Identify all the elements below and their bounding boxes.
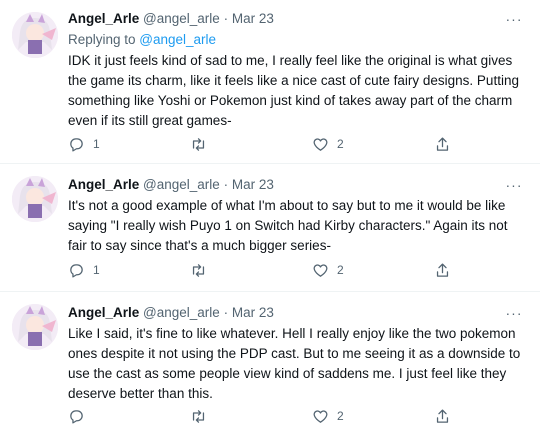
display-name[interactable]: Angel_Arle [68,177,139,192]
heart-icon [313,263,328,277]
tweet-text: It's not a good example of what I'm abou… [68,198,508,253]
share-icon [436,262,449,277]
like-button[interactable]: 2 [312,260,344,280]
reply-icon [70,263,83,278]
like-button[interactable]: 2 [312,406,344,426]
avatar[interactable] [12,12,58,58]
tweet[interactable]: Angel_Arle @angel_arle · Mar 23 ··· Repl… [0,0,540,164]
reply-icon [70,137,83,152]
retweet-icon [192,137,205,151]
display-name[interactable]: Angel_Arle [68,11,139,26]
mention-link[interactable]: @angel_arle [139,32,216,47]
handle[interactable]: @angel_arle [143,305,220,320]
retweet-icon [192,409,205,423]
retweet-button[interactable] [190,260,215,280]
more-icon[interactable]: ··· [504,178,524,192]
reply-button[interactable]: 1 [68,134,100,154]
tweet-text: IDK it just feels kind of sad to me, I r… [68,53,519,128]
action-bar: 1 2 [68,134,468,154]
action-bar: 1 2 [68,260,468,280]
share-icon [436,408,449,423]
replying-to-label: Replying to [68,32,140,47]
heart-icon [313,409,328,423]
timestamp[interactable]: Mar 23 [232,177,274,192]
retweet-icon [192,263,205,277]
like-count: 2 [337,409,344,423]
more-icon[interactable]: ··· [504,12,524,26]
like-button[interactable]: 2 [312,134,344,154]
display-name[interactable]: Angel_Arle [68,305,139,320]
action-bar: 2 [68,406,468,426]
reply-count: 1 [93,263,100,277]
timestamp[interactable]: Mar 23 [232,305,274,320]
reply-button[interactable] [68,406,93,426]
share-button[interactable] [434,134,451,154]
handle[interactable]: @angel_arle [143,177,220,192]
tweet-text: Like I said, it's fine to like whatever.… [68,326,521,401]
reply-button[interactable]: 1 [68,260,100,280]
like-count: 2 [337,137,344,151]
like-count: 2 [337,263,344,277]
reply-icon [70,409,83,424]
share-button[interactable] [434,406,451,426]
separator-dot: · [223,305,229,320]
more-icon[interactable]: ··· [504,306,524,320]
separator-dot: · [223,11,229,26]
handle[interactable]: @angel_arle [143,11,220,26]
retweet-button[interactable] [190,406,215,426]
share-icon [436,136,449,151]
retweet-button[interactable] [190,134,215,154]
avatar[interactable] [12,304,58,350]
share-button[interactable] [434,260,451,280]
reply-count: 1 [93,137,100,151]
tweet[interactable]: Angel_Arle @angel_arle · Mar 23 ··· Like… [0,292,540,432]
separator-dot: · [223,177,229,192]
heart-icon [313,137,328,151]
tweet[interactable]: Angel_Arle @angel_arle · Mar 23 ··· It's… [0,164,540,292]
timestamp[interactable]: Mar 23 [232,11,274,26]
avatar[interactable] [12,176,58,222]
replying-to: Replying to @angel_arle [68,31,216,49]
